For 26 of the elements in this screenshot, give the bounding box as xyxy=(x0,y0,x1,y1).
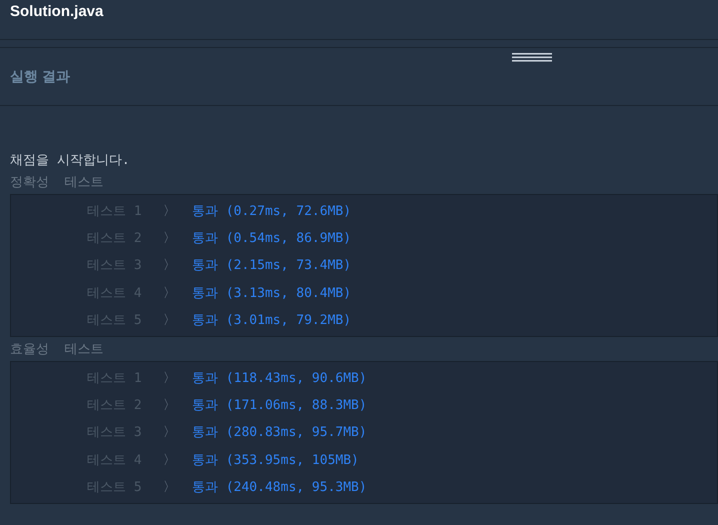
separator-glyph: 〉 xyxy=(163,202,176,220)
separator-glyph: 〉 xyxy=(163,257,176,274)
test-group-title: 정확성 테스트 xyxy=(10,174,105,192)
test-result: 통과 (2.15ms, 73.4MB) xyxy=(192,257,352,274)
drag-handle-icon[interactable] xyxy=(512,53,552,62)
test-result: 통과 (3.13ms, 80.4MB) xyxy=(192,284,352,302)
separator-glyph: 〉 xyxy=(163,424,176,442)
test-group-title: 효율성 테스트 xyxy=(10,340,105,359)
test-result: 통과 (3.01ms, 79.2MB) xyxy=(192,312,352,330)
separator-glyph: 〉 xyxy=(163,479,176,496)
test-result: 통과 (0.54ms, 86.9MB) xyxy=(192,230,352,248)
test-result: 통과 (0.27ms, 72.6MB) xyxy=(192,202,352,220)
panel-title: 실행 결과 xyxy=(10,68,70,86)
separator-glyph: 〉 xyxy=(163,452,176,469)
separator-glyph: 〉 xyxy=(163,284,176,302)
separator-glyph: 〉 xyxy=(163,370,176,387)
test-result: 통과 (353.95ms, 105MB) xyxy=(192,452,359,469)
separator-glyph: 〉 xyxy=(163,397,176,414)
separator-glyph: 〉 xyxy=(163,312,176,330)
separator-glyph: 〉 xyxy=(163,230,176,248)
file-name: Solution.java xyxy=(10,3,104,20)
test-result: 통과 (240.48ms, 95.3MB) xyxy=(192,479,367,496)
output-message: 채점을 시작합니다. xyxy=(10,152,131,170)
test-result: 통과 (171.06ms, 88.3MB) xyxy=(192,397,367,414)
test-result: 통과 (280.83ms, 95.7MB) xyxy=(192,424,367,442)
test-result: 통과 (118.43ms, 90.6MB) xyxy=(192,370,367,387)
